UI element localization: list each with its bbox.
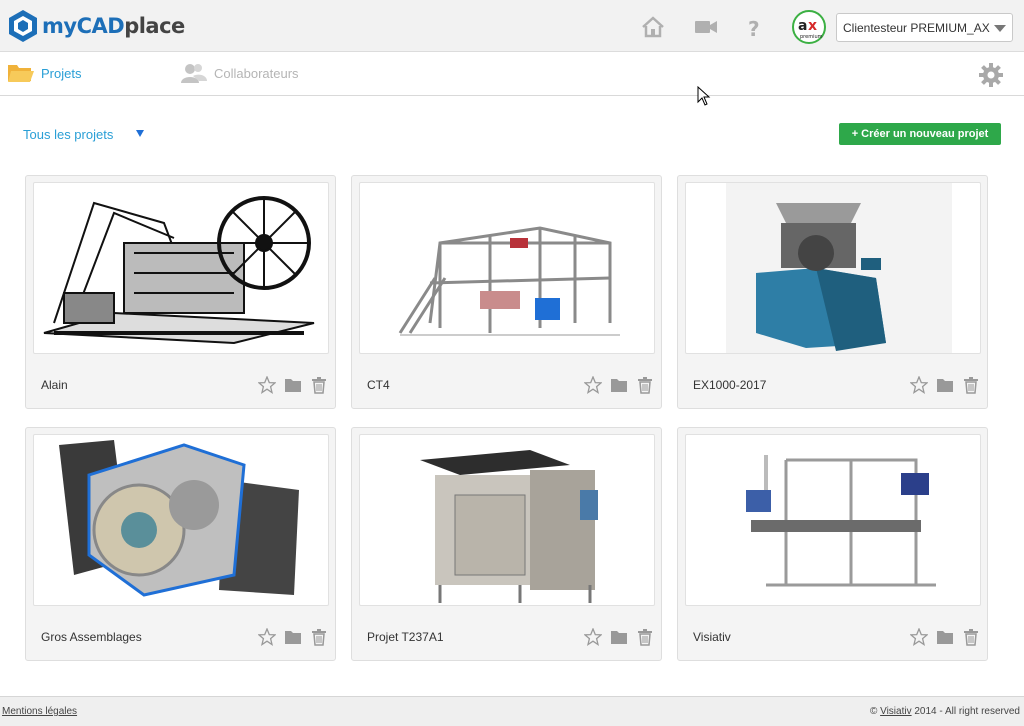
- gear-icon[interactable]: [979, 63, 1003, 87]
- project-thumbnail[interactable]: [359, 182, 655, 354]
- packaging-machine-image: [420, 450, 598, 603]
- star-icon[interactable]: [257, 375, 277, 394]
- users-icon: [181, 64, 207, 83]
- star-icon[interactable]: [583, 627, 603, 646]
- svg-text:premium: premium: [800, 34, 823, 40]
- project-name[interactable]: Projet T237A1: [367, 630, 444, 644]
- project-card[interactable]: Gros Assemblages: [25, 427, 336, 661]
- chevron-down-icon: [994, 25, 1006, 32]
- hexagon-logo-icon: [9, 10, 37, 42]
- project-name[interactable]: CT4: [367, 378, 390, 392]
- logo-text: myCADplace: [42, 14, 185, 38]
- folder-icon[interactable]: [610, 628, 628, 646]
- project-card[interactable]: CT4: [351, 175, 662, 409]
- project-thumbnail[interactable]: [33, 182, 329, 354]
- project-name[interactable]: Visiativ: [693, 630, 731, 644]
- project-name[interactable]: EX1000-2017: [693, 378, 766, 392]
- nav-bar: Projets Collaborateurs: [0, 52, 1024, 96]
- caret-down-icon[interactable]: [136, 130, 144, 137]
- machine-frame-image: [398, 226, 620, 336]
- top-bar: myCADplace ? a x premium Clientesteur PR…: [0, 0, 1024, 52]
- trash-icon[interactable]: [636, 376, 654, 394]
- trash-icon[interactable]: [310, 376, 328, 394]
- copyright-text: © Visiativ 2014 - All right reserved: [869, 706, 1020, 717]
- star-icon[interactable]: [257, 627, 277, 646]
- bowl-feeder-machine-image: [726, 183, 952, 353]
- create-project-button[interactable]: + Créer un nouveau projet: [839, 123, 1001, 145]
- tab-collaborateurs-label: Collaborateurs: [214, 65, 299, 81]
- account-select[interactable]: Clientesteur PREMIUM_AX: [836, 13, 1013, 42]
- folder-icon[interactable]: [610, 376, 628, 394]
- tab-projets-label: Projets: [41, 65, 82, 81]
- mycadplace-logo[interactable]: myCADplace: [8, 9, 185, 43]
- star-icon[interactable]: [583, 375, 603, 394]
- folder-icon[interactable]: [936, 376, 954, 394]
- project-card[interactable]: Alain: [25, 175, 336, 409]
- project-card[interactable]: EX1000-2017: [677, 175, 988, 409]
- ax-logo-icon: a x premium: [798, 18, 823, 40]
- legal-notice-link[interactable]: Mentions légales: [2, 706, 77, 717]
- trash-icon[interactable]: [310, 628, 328, 646]
- visiativ-link[interactable]: Visiativ: [880, 706, 912, 717]
- trash-icon[interactable]: [636, 628, 654, 646]
- footer: Mentions légales © Visiativ 2014 - All r…: [0, 696, 1024, 726]
- trash-icon[interactable]: [962, 376, 980, 394]
- svg-text:?: ?: [748, 17, 760, 40]
- project-thumbnail[interactable]: [33, 434, 329, 606]
- project-name[interactable]: Gros Assemblages: [41, 630, 142, 644]
- folder-icon[interactable]: [936, 628, 954, 646]
- project-filter-select[interactable]: Tous les projets: [23, 127, 113, 142]
- project-card[interactable]: Visiativ: [677, 427, 988, 661]
- folder-open-icon: [8, 65, 34, 82]
- folder-icon[interactable]: [284, 628, 302, 646]
- svg-text:x: x: [808, 18, 817, 34]
- project-thumbnail[interactable]: [685, 434, 981, 606]
- mouse-cursor-icon: [697, 86, 711, 106]
- folder-icon[interactable]: [284, 376, 302, 394]
- tab-collaborateurs[interactable]: Collaborateurs: [180, 62, 299, 84]
- svg-text:a: a: [798, 18, 807, 34]
- ax-premium-badge[interactable]: a x premium: [792, 10, 826, 44]
- star-icon[interactable]: [909, 375, 929, 394]
- help-icon[interactable]: ?: [740, 14, 766, 40]
- large-assembly-image: [59, 440, 299, 597]
- account-name: Clientesteur PREMIUM_AX: [843, 21, 990, 35]
- project-thumbnail[interactable]: [359, 434, 655, 606]
- project-thumbnail[interactable]: [685, 182, 981, 354]
- home-icon[interactable]: [640, 14, 666, 40]
- printing-press-image: [43, 196, 315, 345]
- video-camera-icon[interactable]: [693, 14, 719, 40]
- tab-projets[interactable]: Projets: [7, 62, 81, 84]
- project-name[interactable]: Alain: [41, 378, 68, 392]
- star-icon[interactable]: [909, 627, 929, 646]
- trash-icon[interactable]: [962, 628, 980, 646]
- automation-cell-image: [746, 455, 936, 587]
- project-card[interactable]: Projet T237A1: [351, 427, 662, 661]
